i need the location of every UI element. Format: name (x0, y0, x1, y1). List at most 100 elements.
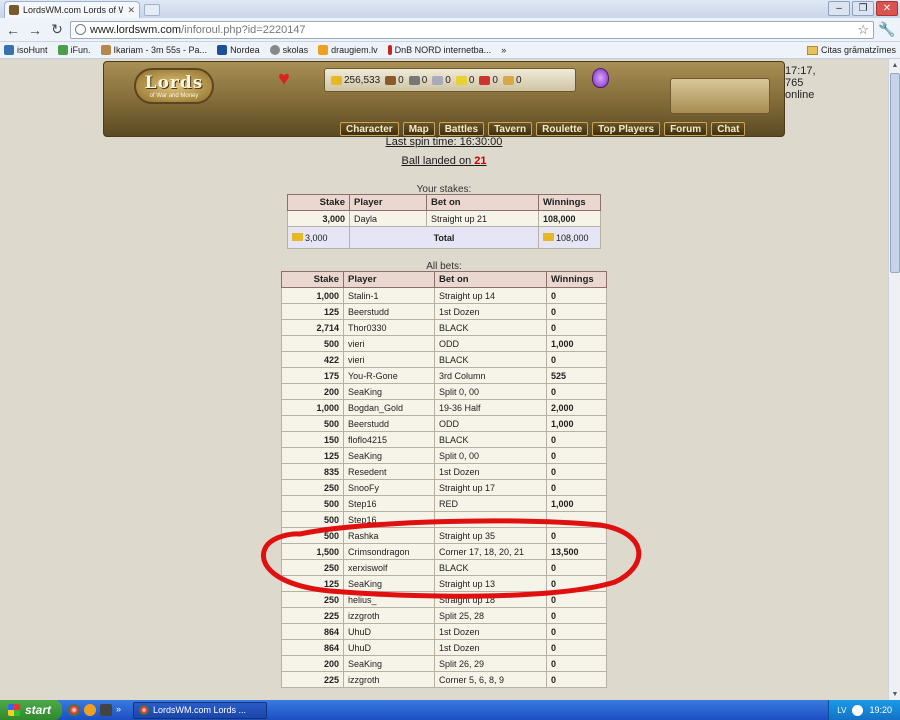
cell-player: Step16 (343, 495, 435, 512)
cell-winnings: 2,000 (546, 399, 607, 416)
bookmark-isohunt[interactable]: isoHunt (4, 45, 48, 55)
nordea-icon (217, 45, 228, 55)
menu-forum[interactable]: Forum (664, 122, 708, 136)
table-row: 500 Beerstudd ODD 1,000 (281, 415, 607, 432)
castle-illustration (670, 78, 770, 114)
game-icon[interactable] (100, 704, 112, 716)
taskbar-chrome-window[interactable]: LordsWM.com Lords ... (133, 701, 268, 719)
cell-winnings: 108,000 (538, 210, 601, 227)
bookmark-dnb-nord[interactable]: DnB NORD internetba... (387, 45, 491, 55)
bookmark-nordea[interactable]: Nordea (217, 45, 260, 55)
cell-player: You-R-Gone (343, 367, 435, 384)
scroll-down-icon[interactable]: ▼ (889, 688, 900, 700)
cell-winnings: 1,000 (546, 415, 607, 432)
cell-stake: 500 (281, 495, 344, 512)
address-bar[interactable]: www.lordswm.com/inforoul.php?id=2220147 … (70, 20, 874, 39)
table-row: 500 vieri ODD 1,000 (281, 335, 607, 352)
chrome-icon[interactable] (68, 704, 80, 716)
online-counter: 17:17, 765 online (785, 65, 816, 101)
cell-bet-on: 3rd Column (434, 367, 547, 384)
cell-winnings: 1,000 (546, 335, 607, 352)
table-row: 835 Resedent 1st Dozen 0 (281, 463, 607, 480)
table-row: 200 SeaKing Split 26, 29 0 (281, 655, 607, 672)
scroll-up-icon[interactable]: ▲ (889, 59, 900, 71)
cell-bet-on: Straight up 13 (434, 575, 547, 592)
cell-player: Dayla (349, 210, 427, 227)
menu-top-players[interactable]: Top Players (592, 122, 661, 136)
page-scrollbar[interactable]: ▲ ▼ (888, 59, 900, 700)
cell-bet-on: Corner 5, 6, 8, 9 (434, 671, 547, 688)
cell-player: xerxiswolf (343, 559, 435, 576)
lords-logo[interactable]: Lords of War and Money (134, 68, 214, 104)
browser-tab[interactable]: LordsWM.com Lords of War ar ✕ (4, 1, 140, 18)
reload-icon[interactable]: ↻ (48, 21, 66, 39)
all-bets-table: Stake Player Bet on Winnings 1,000 Stalin… (281, 271, 607, 688)
new-tab-button[interactable] (144, 4, 160, 16)
cell-bet-on: 19-36 Half (434, 399, 547, 416)
cell-winnings: 0 (546, 591, 607, 608)
other-bookmarks[interactable]: Citas grāmatzīmes (806, 45, 896, 55)
menu-roulette[interactable]: Roulette (536, 122, 589, 136)
cell-bet-on: 1st Dozen (434, 639, 547, 656)
network-icon[interactable] (852, 704, 864, 716)
cell-winnings: 0 (546, 383, 607, 400)
table-row: 500 Rashka Straight up 35 0 (281, 527, 607, 544)
minimize-button[interactable]: – (828, 1, 850, 16)
menu-character[interactable]: Character (340, 122, 399, 136)
ball-result-link[interactable]: Ball landed on 21 (0, 155, 888, 167)
close-window-button[interactable]: ✕ (876, 1, 898, 16)
cell-bet-on: Straight up 17 (434, 479, 547, 496)
system-tray: LV 19:20 (828, 700, 900, 720)
isohunt-icon (4, 45, 14, 55)
cell-player: Thor0330 (343, 319, 435, 336)
ore-resource: 0 (408, 75, 427, 86)
scroll-thumb[interactable] (890, 73, 900, 273)
bookmark-ikariam[interactable]: Ikariam - 3m 55s - Pa... (100, 45, 207, 55)
table-row: 225 izzgroth Corner 5, 6, 8, 90 (281, 671, 607, 688)
quick-launch-more[interactable]: » (116, 704, 121, 716)
table-row: 500 Step16 (281, 511, 607, 528)
table-row: 2,714 Thor0330 BLACK 0 (281, 319, 607, 336)
globe-icon (75, 24, 86, 35)
cell-stake: 1,000 (281, 399, 344, 416)
messenger-icon[interactable] (84, 704, 96, 716)
total-label: Total (349, 226, 539, 249)
cell-stake: 125 (281, 447, 344, 464)
sulfur-resource: 0 (455, 75, 474, 86)
cell-stake: 864 (281, 623, 344, 640)
cell-bet-on: BLACK (434, 319, 547, 336)
skolas-icon (269, 45, 280, 55)
table-row: 125 Beerstudd 1st Dozen 0 (281, 303, 607, 320)
menu-chat[interactable]: Chat (711, 122, 746, 136)
back-icon[interactable]: ← (4, 21, 22, 39)
maximize-button[interactable]: ❐ (852, 1, 874, 16)
wrench-menu-icon[interactable]: 🔧 (878, 21, 896, 39)
menu-battles[interactable]: Battles (438, 122, 485, 136)
table-row: 225 izzgroth Split 25, 28 0 (281, 607, 607, 624)
tab-close-icon[interactable]: ✕ (127, 5, 135, 16)
game-header-banner: Lords of War and Money ♥ 256,533 0 0 0 0… (103, 61, 816, 137)
table-row: 864 UhuD 1st Dozen 0 (281, 639, 607, 656)
cell-bet-on: Split 0, 00 (434, 383, 547, 400)
cell-player: floflo4215 (343, 431, 435, 448)
cell-player: SeaKing (343, 447, 435, 464)
browser-titlebar: LordsWM.com Lords of War ar ✕ – ❐ ✕ (0, 0, 900, 18)
forward-icon[interactable]: → (26, 21, 44, 39)
bookmark-star-icon[interactable]: ☆ (857, 22, 869, 38)
bookmark-draugiem[interactable]: draugiem.lv (318, 45, 378, 55)
wood-resource: 0 (385, 75, 404, 86)
cell-bet-on: Straight up 35 (434, 527, 547, 544)
menu-tavern[interactable]: Tavern (488, 122, 533, 136)
crystal-icon (479, 75, 491, 85)
bookmark-ifun[interactable]: iFun. (57, 45, 91, 55)
cell-winnings: 0 (546, 671, 607, 688)
more-bookmarks-chevron[interactable]: » (501, 45, 506, 55)
menu-map[interactable]: Map (402, 122, 435, 136)
start-button[interactable]: start (0, 700, 62, 720)
table-row: 150 floflo4215 BLACK 0 (281, 431, 607, 448)
last-spin-link[interactable]: Last spin time: 16:30:00 (0, 136, 888, 148)
bookmark-skolas[interactable]: skolas (269, 45, 308, 55)
cell-player: SeaKing (343, 575, 435, 592)
table-row: 200 SeaKing Split 0, 00 0 (281, 383, 607, 400)
language-indicator[interactable]: LV (837, 706, 846, 715)
